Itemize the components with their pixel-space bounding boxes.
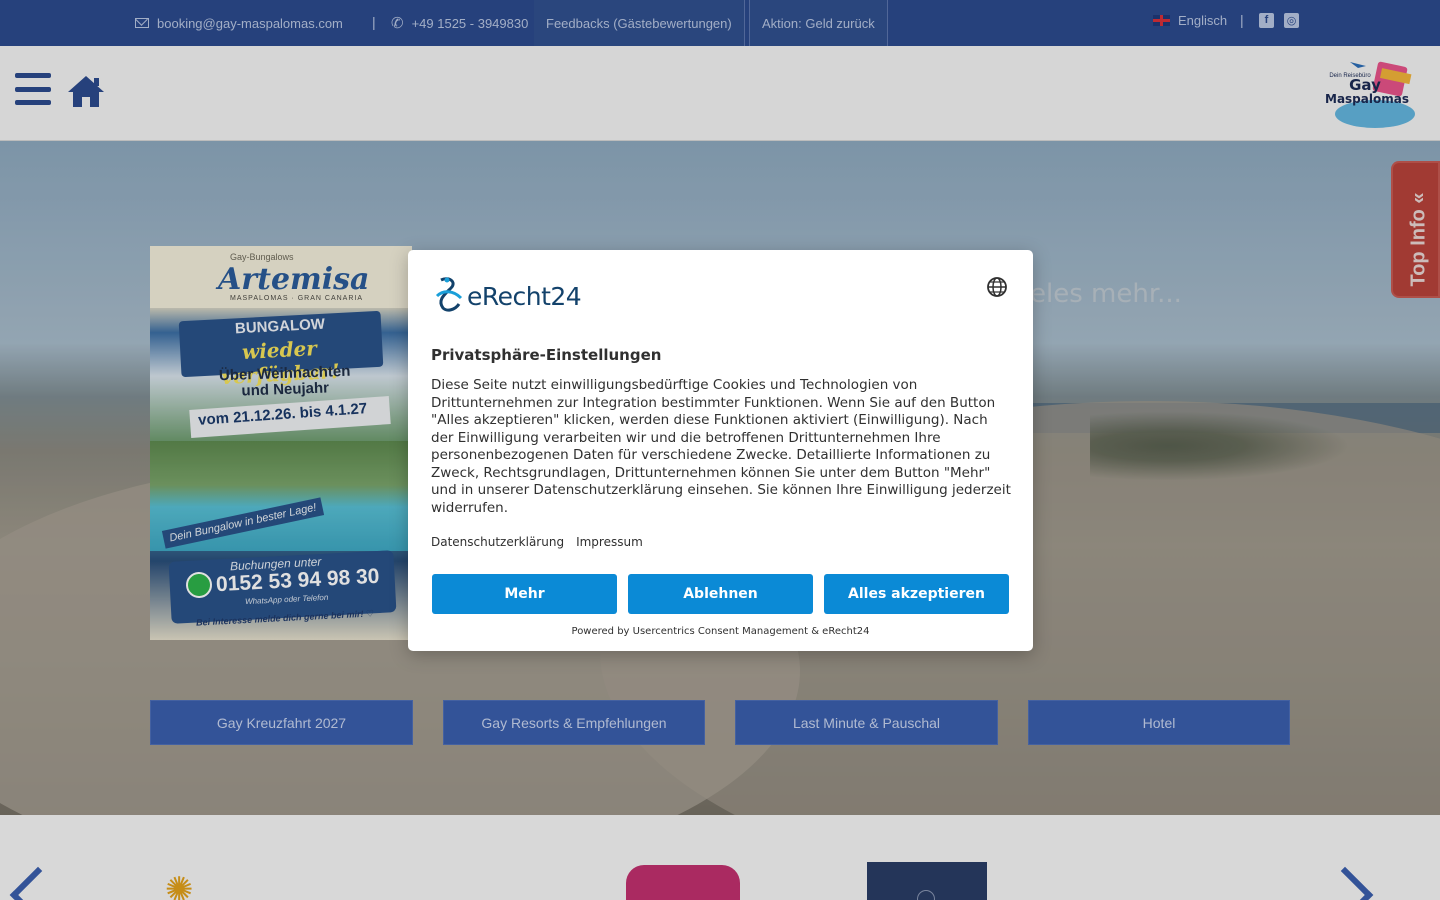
more-button[interactable]: Mehr [432,574,617,614]
imprint-link[interactable]: Impressum [576,535,643,549]
consent-links: Datenschutzerklärung Impressum [431,535,643,549]
consent-title: Privatsphäre-Einstellungen [431,346,662,364]
consent-dialog: eRecht24 Privatsphäre-Einstellungen Dies… [408,250,1033,651]
erecht24-wordmark: eRecht24 [467,282,582,311]
consent-body-text: Diese Seite nutzt einwilligungsbedürftig… [431,377,1011,516]
powered-by-text: Powered by Usercentrics Consent Manageme… [571,626,870,637]
decline-button[interactable]: Ablehnen [628,574,813,614]
privacy-policy-link[interactable]: Datenschutzerklärung [431,535,564,549]
accept-all-button[interactable]: Alles akzeptieren [824,574,1009,614]
erecht24-logo: eRecht24 [431,274,601,314]
erecht24-mark-icon [435,277,463,312]
globe-language-icon[interactable] [986,276,1008,298]
